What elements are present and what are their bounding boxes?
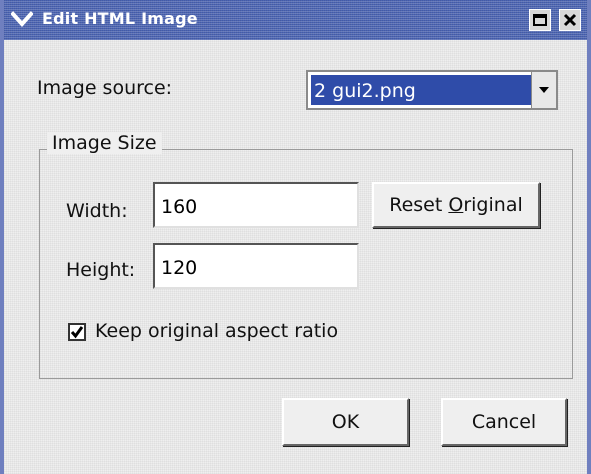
window-menu-chevron-icon[interactable] xyxy=(10,8,34,32)
cancel-button[interactable]: Cancel xyxy=(441,398,567,446)
close-icon xyxy=(563,13,577,27)
reset-original-mnemonic: O xyxy=(448,194,464,216)
checkmark-icon xyxy=(70,326,84,339)
width-label: Width: xyxy=(66,200,128,222)
reset-original-button[interactable]: Reset Original xyxy=(372,182,540,228)
chevron-down-icon xyxy=(539,87,549,93)
reset-original-label-pre: Reset xyxy=(389,194,449,216)
height-label: Height: xyxy=(66,259,136,281)
height-input[interactable]: 120 xyxy=(153,243,359,289)
image-source-selected-value: 2 gui2.png xyxy=(311,75,531,105)
reset-original-label-post: riginal xyxy=(463,194,523,216)
window-title: Edit HTML Image xyxy=(42,9,198,28)
maximize-icon xyxy=(533,14,547,26)
dropdown-arrow-button[interactable] xyxy=(531,72,556,108)
width-input[interactable]: 160 xyxy=(153,182,359,228)
keep-aspect-label[interactable]: Keep original aspect ratio xyxy=(95,320,338,342)
image-source-select[interactable]: 2 gui2.png xyxy=(306,70,558,110)
maximize-button[interactable] xyxy=(529,9,551,31)
dialog-content: Image source: 2 gui2.png Image Size Widt… xyxy=(4,40,587,474)
title-bar[interactable]: Edit HTML Image xyxy=(4,0,587,40)
ok-button[interactable]: OK xyxy=(282,398,409,446)
close-button[interactable] xyxy=(559,9,581,31)
dialog-window: Edit HTML Image Image source: 2 gui2.png xyxy=(0,0,591,474)
image-source-label: Image source: xyxy=(37,77,173,99)
keep-aspect-checkbox[interactable] xyxy=(68,323,86,341)
image-size-group-title: Image Size xyxy=(47,132,162,154)
